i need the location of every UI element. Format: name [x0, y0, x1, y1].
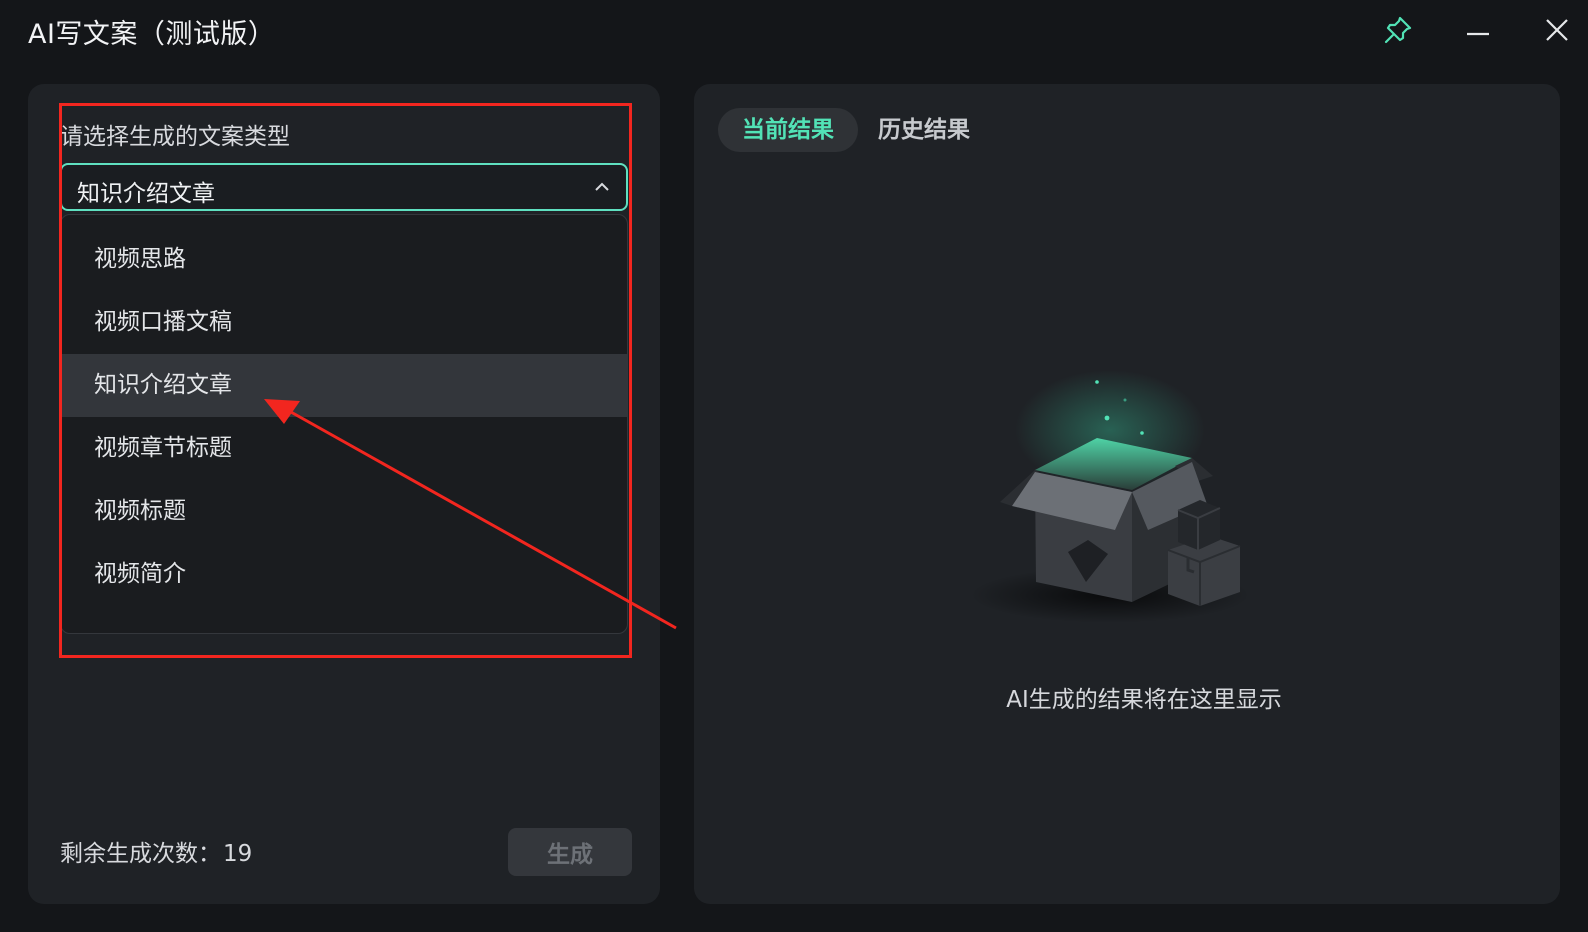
window-title: AI写文案（测试版）	[28, 19, 276, 50]
dropdown-option-selected[interactable]: 知识介绍文章	[61, 354, 627, 417]
app-window: AI写文案（测试版） 请选择生成的文案类型 知识介绍文章 视频思路 视频口播文稿…	[0, 0, 1588, 932]
close-icon	[1546, 19, 1568, 41]
remaining-count: 剩余生成次数：19	[60, 834, 252, 868]
select-value: 知识介绍文章	[77, 181, 215, 207]
type-dropdown-menu: 视频思路 视频口播文稿 知识介绍文章 视频章节标题 视频标题 视频简介	[60, 214, 628, 634]
empty-state-text: AI生成的结果将在这里显示	[1006, 687, 1282, 713]
close-button[interactable]	[1537, 10, 1577, 50]
tab-current-results[interactable]: 当前结果	[718, 108, 858, 152]
title-bar: AI写文案（测试版）	[0, 0, 1588, 60]
copy-type-select[interactable]: 知识介绍文章	[60, 163, 628, 211]
remaining-label: 剩余生成次数：	[60, 841, 221, 867]
minimize-icon	[1467, 32, 1489, 36]
dropdown-option[interactable]: 视频简介	[61, 543, 627, 606]
chevron-up-icon	[595, 182, 609, 191]
dropdown-option[interactable]: 视频标题	[61, 480, 627, 543]
dropdown-option[interactable]: 视频口播文稿	[61, 291, 627, 354]
pin-icon	[1384, 16, 1412, 44]
remaining-number: 19	[223, 841, 253, 867]
dropdown-option[interactable]: 视频章节标题	[61, 417, 627, 480]
generate-button[interactable]: 生成	[508, 828, 632, 876]
open-box-illustration	[970, 370, 1250, 623]
tab-history-results[interactable]: 历史结果	[878, 108, 970, 152]
minimize-button[interactable]	[1458, 10, 1498, 50]
type-prompt-label: 请选择生成的文案类型	[60, 124, 290, 150]
pin-button[interactable]	[1378, 10, 1418, 50]
dropdown-option[interactable]: 视频思路	[61, 228, 627, 291]
